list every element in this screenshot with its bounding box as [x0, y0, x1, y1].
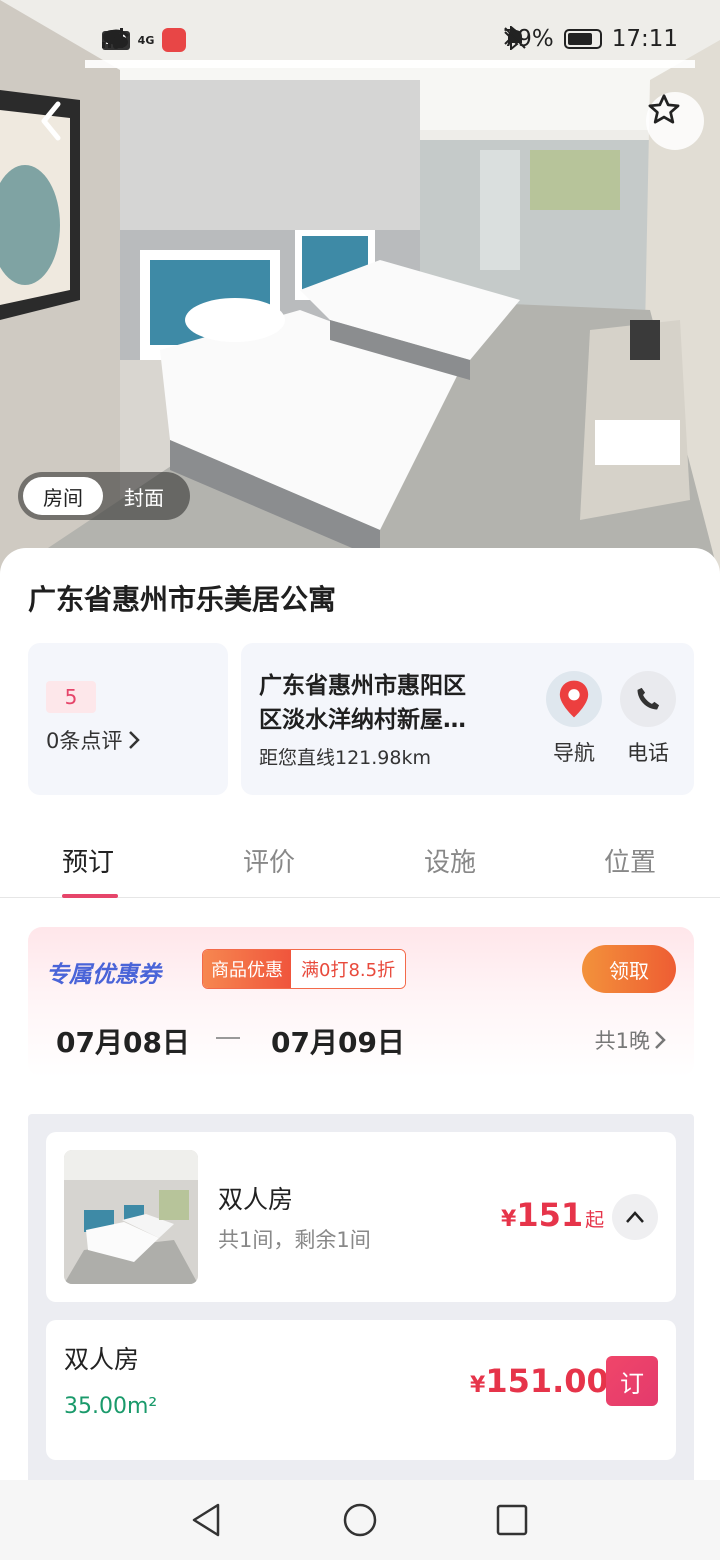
active-tab-indicator: [62, 894, 118, 898]
address-line-1: 广东省惠州市惠阳区: [259, 673, 466, 699]
tab-facilities[interactable]: 设施: [424, 842, 476, 879]
hotel-name: 广东省惠州市乐美居公寓: [28, 583, 337, 616]
system-navigation-bar: [0, 1480, 720, 1560]
phone-icon: [620, 671, 676, 727]
date-selector[interactable]: 07月08日 07月09日 共1晚: [56, 1021, 666, 1061]
battery-icon: [563, 29, 602, 49]
square-recents-icon: [496, 1504, 528, 1536]
toggle-cover[interactable]: 封面: [103, 477, 185, 515]
back-button[interactable]: [30, 96, 70, 146]
rate-price: ¥ 151.00: [470, 1362, 609, 1400]
toggle-room[interactable]: 房间: [23, 477, 103, 515]
navigate-label: 导航: [553, 741, 595, 765]
network-type: 4G: [137, 33, 155, 47]
clock: 17:11: [611, 26, 678, 52]
rating-card[interactable]: 5 0条点评: [28, 643, 228, 795]
nav-recents-button[interactable]: [492, 1500, 532, 1540]
status-right: 79% 17:11: [503, 26, 678, 52]
nav-home-button[interactable]: [340, 1500, 380, 1540]
room-list: 双人房 共1间，剩余1间 ¥ 151 起 双人房 35.00m² ¥ 151.0…: [28, 1114, 694, 1494]
room-card[interactable]: 双人房 共1间，剩余1间 ¥ 151 起: [46, 1132, 676, 1302]
rate-plan-name: 双人房: [64, 1345, 140, 1374]
room-price-value: 151: [516, 1196, 584, 1234]
reviews-count: 0条点评: [46, 729, 123, 753]
coupon-title: 专属优惠券: [46, 962, 161, 988]
triangle-back-icon: [192, 1503, 220, 1537]
room-price: ¥ 151 起: [501, 1196, 604, 1234]
call-label: 电话: [627, 741, 669, 765]
rate-price-currency: ¥: [470, 1373, 486, 1398]
hotel-address: 广东省惠州市惠阳区 区淡水洋纳村新屋…: [259, 669, 521, 737]
tab-location[interactable]: 位置: [604, 842, 656, 879]
hotel-detail-sheet: 广东省惠州市乐美居公寓 5 0条点评 广东省惠州市惠阳区 区淡水洋纳村新屋… 距…: [0, 548, 720, 1494]
coupon-tag-type: 商品优惠: [203, 950, 291, 988]
score-badge: 5: [46, 681, 96, 713]
room-name: 双人房: [218, 1185, 294, 1214]
section-tabs: 预订 评价 设施 位置: [0, 816, 720, 898]
chevron-right-icon: [129, 731, 141, 749]
chevron-right-icon: [655, 1031, 666, 1049]
nights-label: 共1晚: [594, 1029, 650, 1053]
room-area: 35.00m²: [64, 1394, 158, 1419]
chevron-left-icon: [41, 101, 61, 141]
address-line-2: 区淡水洋纳村新屋…: [259, 707, 466, 733]
coupon-banner: 专属优惠券 商品优惠 满0打8.5折 领取 07月08日 07月09日 共1晚: [28, 927, 694, 1077]
collapse-room-button[interactable]: [612, 1194, 658, 1240]
favorite-button[interactable]: [646, 92, 704, 150]
tab-reviews[interactable]: 评价: [243, 842, 295, 879]
wechat-icon: [103, 30, 128, 48]
distance-text: 距您直线121.98km: [259, 747, 431, 769]
check-in-date[interactable]: 07月08日: [56, 1021, 190, 1061]
room-price-currency: ¥: [501, 1207, 517, 1232]
status-left: HD 4G: [102, 28, 187, 52]
coupon-tag-discount: 满0打8.5折: [291, 950, 406, 988]
hotel-photo[interactable]: HD 4G 79%: [0, 0, 720, 580]
room-thumbnail[interactable]: [64, 1150, 198, 1284]
claim-coupon-button[interactable]: 领取: [582, 945, 676, 993]
room-availability: 共1间，剩余1间: [218, 1228, 371, 1252]
rate-plan-card[interactable]: 双人房 35.00m² ¥ 151.00 订: [46, 1320, 676, 1460]
room-price-suffix: 起: [585, 1209, 605, 1231]
reviews-link[interactable]: 0条点评: [46, 725, 141, 755]
date-separator: [216, 1037, 240, 1039]
app-store-icon: [162, 28, 187, 52]
tab-booking[interactable]: 预订: [62, 842, 114, 879]
rate-price-value: 151.00: [485, 1362, 609, 1400]
nav-back-button[interactable]: [186, 1500, 226, 1540]
nights-count[interactable]: 共1晚: [595, 1025, 666, 1055]
book-button[interactable]: 订: [606, 1356, 658, 1406]
mute-icon: [503, 27, 526, 49]
map-pin-icon: [546, 671, 602, 727]
chevron-up-icon: [626, 1211, 644, 1223]
status-bar: HD 4G 79%: [0, 0, 720, 86]
coupon-tag: 商品优惠 满0打8.5折: [202, 949, 407, 989]
photo-category-toggle: 房间 封面: [18, 472, 190, 520]
star-icon: [648, 94, 680, 124]
circle-home-icon: [343, 1503, 377, 1537]
call-button[interactable]: 电话: [619, 671, 677, 767]
navigate-button[interactable]: 导航: [545, 671, 603, 767]
address-card: 广东省惠州市惠阳区 区淡水洋纳村新屋… 距您直线121.98km 导航 电话: [241, 643, 694, 795]
check-out-date[interactable]: 07月09日: [271, 1021, 405, 1061]
